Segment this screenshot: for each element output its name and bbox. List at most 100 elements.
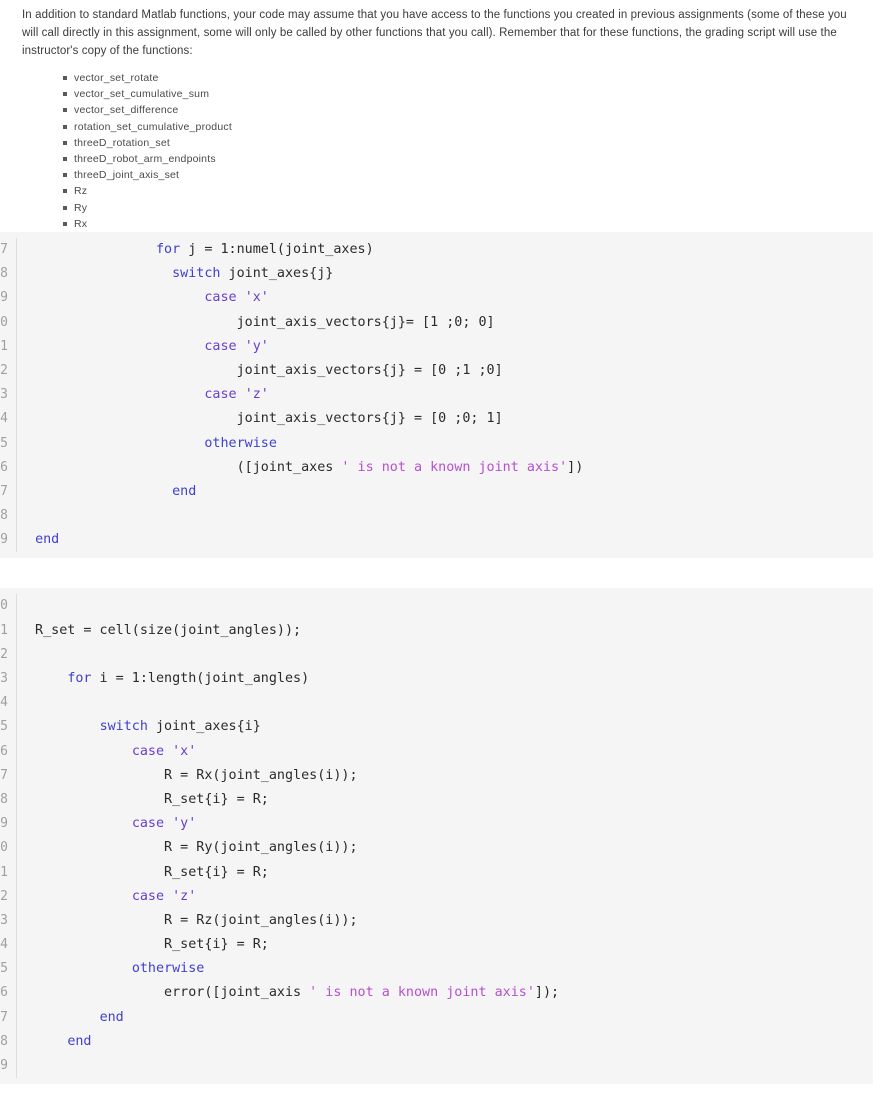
code-token-plain: ([joint_axes: [27, 459, 342, 475]
code-line[interactable]: 48 R_set{i} = R;: [0, 787, 873, 813]
code-line[interactable]: 56 error([joint_axis ' is not a known jo…: [0, 981, 873, 1006]
line-number: 33: [0, 383, 17, 408]
code-line-source: error([joint_axis ' is not a known joint…: [17, 981, 873, 1005]
code-token-kw: end: [172, 483, 197, 499]
code-line[interactable]: 40: [0, 594, 873, 619]
code-token-plain: ]): [567, 459, 584, 475]
available-functions-list: vector_set_rotate vector_set_cumulative_s…: [22, 70, 865, 232]
code-line[interactable]: 55 otherwise: [0, 957, 873, 982]
code-line[interactable]: 39 end: [0, 528, 873, 553]
code-block-separator: [0, 558, 887, 589]
code-line[interactable]: 49 case 'y': [0, 812, 873, 837]
code-line[interactable]: 36 ([joint_axes ' is not a known joint a…: [0, 455, 873, 480]
code-line[interactable]: 44: [0, 691, 873, 716]
line-number: 38: [0, 504, 17, 529]
code-line[interactable]: 57 end: [0, 1005, 873, 1030]
code-line[interactable]: 33 case 'z': [0, 383, 873, 408]
code-line[interactable]: 28 switch joint_axes{j}: [0, 262, 873, 287]
code-line-source: case 'x': [17, 286, 873, 310]
code-line[interactable]: 59: [0, 1054, 873, 1079]
function-list-item: threeD_joint_axis_set: [63, 167, 865, 183]
code-line[interactable]: 47 R = Rx(joint_angles(i));: [0, 763, 873, 788]
code-line[interactable]: 37 end: [0, 479, 873, 505]
code-line[interactable]: 52 case 'z': [0, 884, 873, 909]
line-number: 27: [0, 238, 17, 263]
code-line[interactable]: 27 for j = 1:numel(joint_axes): [0, 238, 873, 263]
line-number: 36: [0, 455, 17, 480]
code-token-kw: switch: [99, 719, 148, 735]
code-line[interactable]: 41 R_set = cell(size(joint_angles));: [0, 618, 873, 643]
code-token-plain: R_set = cell(size(joint_angles));: [27, 622, 302, 638]
code-line[interactable]: 54 R_set{i} = R;: [0, 933, 873, 958]
code-token-plain: joint_axis_vectors{j}= [1 ;0; 0]: [27, 314, 495, 330]
code-token-plain: error([joint_axis: [27, 985, 310, 1001]
line-number: 31: [0, 334, 17, 359]
code-token-plain: R_set{i} = R;: [27, 937, 269, 953]
code-line[interactable]: 34 joint_axis_vectors{j} = [0 ;0; 1]: [0, 407, 873, 432]
code-line-source: otherwise: [17, 432, 873, 456]
line-number: 42: [0, 642, 17, 668]
code-token-str: ' is not a known joint axis': [341, 459, 568, 475]
code-token-kw: otherwise: [204, 435, 277, 451]
code-token-kw2: case: [131, 888, 165, 904]
code-block-2[interactable]: 4041 R_set = cell(size(joint_angles));42…: [0, 588, 873, 1085]
instructions-paragraph: In addition to standard Matlab functions…: [22, 9, 847, 57]
code-token-kw2: case: [131, 743, 165, 759]
line-number: 59: [0, 1054, 17, 1079]
code-token-plain: ]);: [534, 985, 560, 1001]
line-number: 43: [0, 667, 17, 692]
code-line[interactable]: 29 case 'x': [0, 286, 873, 311]
code-token-str: ' is not a known joint axis': [309, 985, 535, 1001]
code-token-kw: end: [99, 1009, 124, 1025]
code-token-plain: R_set{i} = R;: [27, 791, 269, 807]
code-line[interactable]: 38: [0, 504, 873, 529]
code-line[interactable]: 53 R = Rz(joint_angles(i));: [0, 908, 873, 934]
code-token-kw2: case: [204, 338, 237, 354]
code-line-source: R = Rx(joint_angles(i));: [17, 764, 873, 788]
code-line[interactable]: 58 end: [0, 1029, 873, 1055]
line-number: 52: [0, 884, 17, 909]
code-line-source: switch joint_axes{j}: [17, 262, 873, 286]
code-line[interactable]: 32 joint_axis_vectors{j} = [0 ;1 ;0]: [0, 358, 873, 384]
line-number: 30: [0, 310, 17, 335]
code-line-source: R_set{i} = R;: [17, 788, 873, 812]
line-number: 50: [0, 836, 17, 861]
function-list-item: Ry: [63, 200, 865, 216]
code-line[interactable]: 46 case 'x': [0, 739, 873, 764]
line-number: 51: [0, 860, 17, 885]
code-token-kw2: 'x': [244, 290, 269, 306]
code-token-kw2: 'x': [172, 743, 197, 759]
code-line[interactable]: 50 R = Ry(joint_angles(i));: [0, 836, 873, 861]
line-number: 57: [0, 1005, 17, 1030]
code-token-kw: otherwise: [131, 961, 205, 977]
code-token-kw2: 'y': [172, 816, 197, 832]
code-line-source: end: [17, 1006, 873, 1030]
code-token-kw2: case: [204, 387, 237, 403]
code-line[interactable]: 35 otherwise: [0, 431, 873, 456]
function-list-item: rotation_set_cumulative_product: [63, 119, 865, 135]
code-line-source: R_set{i} = R;: [17, 861, 873, 885]
code-line[interactable]: 31 case 'y': [0, 334, 873, 359]
code-token-plain: joint_axis_vectors{j} = [0 ;1 ;0]: [27, 362, 503, 378]
code-line-source: joint_axis_vectors{j}= [1 ;0; 0]: [17, 311, 873, 335]
line-number: 46: [0, 739, 17, 764]
code-line[interactable]: 51 R_set{i} = R;: [0, 860, 873, 885]
code-line[interactable]: 45 switch joint_axes{i}: [0, 715, 873, 740]
line-number: 53: [0, 908, 17, 934]
code-block-1[interactable]: 27 for j = 1:numel(joint_axes)28 switch …: [0, 232, 873, 559]
code-line[interactable]: 43 for i = 1:length(joint_angles): [0, 667, 873, 692]
code-line[interactable]: 42: [0, 642, 873, 668]
code-token-plain: joint_axis_vectors{j} = [0 ;0; 1]: [27, 411, 503, 427]
code-token-kw: end: [35, 532, 60, 548]
code-line[interactable]: 30 joint_axis_vectors{j}= [1 ;0; 0]: [0, 310, 873, 335]
